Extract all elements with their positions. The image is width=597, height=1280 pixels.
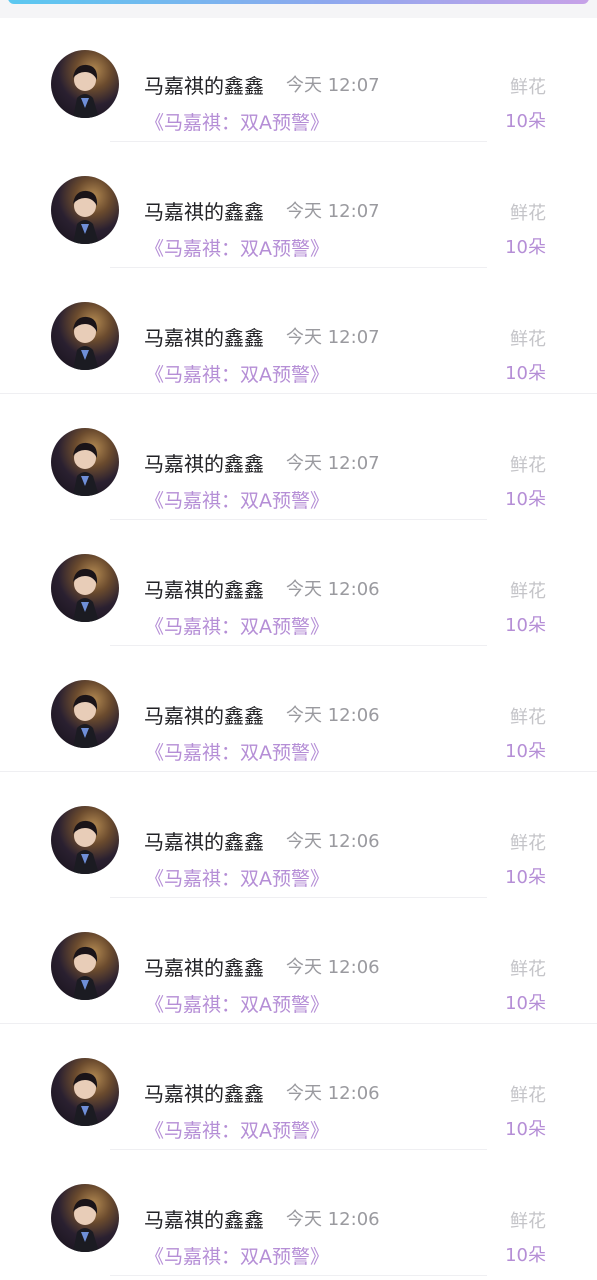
- book-title-link[interactable]: 《马嘉祺：双A预警》: [145, 108, 329, 135]
- timestamp: 今天 12:06: [286, 1209, 380, 1230]
- user-avatar[interactable]: [51, 428, 119, 496]
- gift-type-label: 鲜花: [510, 707, 546, 728]
- user-name[interactable]: 马嘉祺的鑫鑫: [144, 448, 264, 477]
- book-title-link[interactable]: 《马嘉祺：双A预警》: [145, 738, 329, 765]
- gift-record-row[interactable]: 马嘉祺的鑫鑫 今天 12:07 《马嘉祺：双A预警》 鲜花 10朵: [0, 394, 597, 520]
- user-avatar[interactable]: [51, 176, 119, 244]
- user-avatar[interactable]: [51, 1058, 119, 1126]
- book-title-link[interactable]: 《马嘉祺：双A预警》: [145, 612, 329, 639]
- gift-count: 10朵: [505, 1245, 546, 1266]
- gift-record-list: 马嘉祺的鑫鑫 今天 12:07 《马嘉祺：双A预警》 鲜花 10朵 马嘉祺的鑫鑫…: [0, 0, 597, 1280]
- gift-record-row[interactable]: 马嘉祺的鑫鑫 今天 12:06 《马嘉祺：双A预警》 鲜花 10朵: [0, 520, 597, 646]
- book-title-link[interactable]: 《马嘉祺：双A预警》: [145, 864, 329, 891]
- gift-type-label: 鲜花: [510, 1211, 546, 1232]
- timestamp: 今天 12:07: [286, 453, 380, 474]
- timestamp: 今天 12:07: [286, 201, 380, 222]
- user-name[interactable]: 马嘉祺的鑫鑫: [144, 322, 264, 351]
- user-name[interactable]: 马嘉祺的鑫鑫: [144, 196, 264, 225]
- gift-count: 10朵: [505, 615, 546, 636]
- gift-count: 10朵: [505, 489, 546, 510]
- book-title-link[interactable]: 《马嘉祺：双A预警》: [145, 360, 329, 387]
- gift-record-row[interactable]: 马嘉祺的鑫鑫 今天 12:07 《马嘉祺：双A预警》 鲜花 10朵: [0, 16, 597, 142]
- user-name[interactable]: 马嘉祺的鑫鑫: [144, 700, 264, 729]
- user-avatar[interactable]: [51, 680, 119, 748]
- timestamp: 今天 12:06: [286, 957, 380, 978]
- user-name[interactable]: 马嘉祺的鑫鑫: [144, 70, 264, 99]
- row-divider: [110, 1275, 487, 1276]
- gift-record-row[interactable]: 马嘉祺的鑫鑫 今天 12:06 《马嘉祺：双A预警》 鲜花 10朵: [0, 646, 597, 772]
- gift-count: 10朵: [505, 1119, 546, 1140]
- gift-count: 10朵: [505, 867, 546, 888]
- timestamp: 今天 12:07: [286, 75, 380, 96]
- gift-type-label: 鲜花: [510, 203, 546, 224]
- timestamp: 今天 12:06: [286, 705, 380, 726]
- gift-record-row[interactable]: 马嘉祺的鑫鑫 今天 12:07 《马嘉祺：双A预警》 鲜花 10朵: [0, 142, 597, 268]
- gift-type-label: 鲜花: [510, 959, 546, 980]
- gift-record-row[interactable]: 马嘉祺的鑫鑫 今天 12:07 《马嘉祺：双A预警》 鲜花 10朵: [0, 268, 597, 394]
- user-name[interactable]: 马嘉祺的鑫鑫: [144, 826, 264, 855]
- gift-type-label: 鲜花: [510, 455, 546, 476]
- user-name[interactable]: 马嘉祺的鑫鑫: [144, 952, 264, 981]
- gift-count: 10朵: [505, 741, 546, 762]
- user-name[interactable]: 马嘉祺的鑫鑫: [144, 1204, 264, 1233]
- timestamp: 今天 12:06: [286, 831, 380, 852]
- book-title-link[interactable]: 《马嘉祺：双A预警》: [145, 1116, 329, 1143]
- user-avatar[interactable]: [51, 50, 119, 118]
- user-name[interactable]: 马嘉祺的鑫鑫: [144, 574, 264, 603]
- user-avatar[interactable]: [51, 806, 119, 874]
- gift-type-label: 鲜花: [510, 329, 546, 350]
- gift-type-label: 鲜花: [510, 77, 546, 98]
- gift-record-row[interactable]: 马嘉祺的鑫鑫 今天 12:06 《马嘉祺：双A预警》 鲜花 10朵: [0, 772, 597, 898]
- book-title-link[interactable]: 《马嘉祺：双A预警》: [145, 234, 329, 261]
- gift-type-label: 鲜花: [510, 581, 546, 602]
- gift-record-row[interactable]: 马嘉祺的鑫鑫 今天 12:06 《马嘉祺：双A预警》 鲜花 10朵: [0, 1150, 597, 1276]
- user-name[interactable]: 马嘉祺的鑫鑫: [144, 1078, 264, 1107]
- book-title-link[interactable]: 《马嘉祺：双A预警》: [145, 1242, 329, 1269]
- gift-record-row[interactable]: 马嘉祺的鑫鑫 今天 12:06 《马嘉祺：双A预警》 鲜花 10朵: [0, 898, 597, 1024]
- gift-type-label: 鲜花: [510, 1085, 546, 1106]
- gift-record-row[interactable]: 马嘉祺的鑫鑫 今天 12:06 《马嘉祺：双A预警》 鲜花 10朵: [0, 1024, 597, 1150]
- timestamp: 今天 12:07: [286, 327, 380, 348]
- user-avatar[interactable]: [51, 302, 119, 370]
- gift-count: 10朵: [505, 363, 546, 384]
- timestamp: 今天 12:06: [286, 579, 380, 600]
- gift-count: 10朵: [505, 111, 546, 132]
- gift-type-label: 鲜花: [510, 833, 546, 854]
- gift-count: 10朵: [505, 237, 546, 258]
- user-avatar[interactable]: [51, 932, 119, 1000]
- user-avatar[interactable]: [51, 554, 119, 622]
- timestamp: 今天 12:06: [286, 1083, 380, 1104]
- book-title-link[interactable]: 《马嘉祺：双A预警》: [145, 486, 329, 513]
- book-title-link[interactable]: 《马嘉祺：双A预警》: [145, 990, 329, 1017]
- user-avatar[interactable]: [51, 1184, 119, 1252]
- gift-count: 10朵: [505, 993, 546, 1014]
